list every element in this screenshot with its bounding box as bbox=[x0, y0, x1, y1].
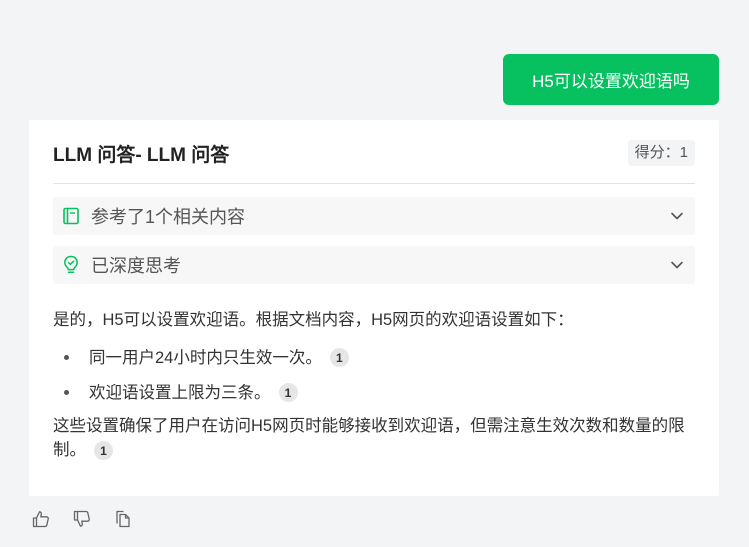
bullet-dot bbox=[64, 390, 69, 395]
thinking-collapse[interactable]: 已深度思考 bbox=[53, 246, 695, 284]
score-badge: 得分：1 bbox=[627, 140, 695, 166]
citation-badge[interactable]: 1 bbox=[94, 441, 113, 461]
references-label: 参考了1个相关内容 bbox=[91, 207, 246, 227]
bullet-dot bbox=[64, 355, 69, 360]
chevron-down-icon[interactable] bbox=[669, 208, 685, 224]
thinking-label: 已深度思考 bbox=[91, 256, 181, 276]
answer-card: LLM 问答- LLM 问答 得分：1 参考了1个相关内容 已深度思考 是的，H… bbox=[29, 120, 719, 496]
answer-conclusion: 这些设置确保了用户在访问H5网页时能够接收到欢迎语，但需注意生效次数和数量的限制… bbox=[53, 414, 699, 462]
citation-badge[interactable]: 1 bbox=[329, 348, 349, 367]
references-collapse[interactable]: 参考了1个相关内容 bbox=[53, 197, 695, 235]
answer-points: 同一用户24小时内只生效一次。 1 欢迎语设置上限为三条。 1 bbox=[53, 340, 699, 410]
user-message-bubble: H5可以设置欢迎语吗 bbox=[503, 54, 719, 105]
answer-intro: 是的，H5可以设置欢迎语。根据文档内容，H5网页的欢迎语设置如下： bbox=[53, 311, 574, 329]
list-item: 同一用户24小时内只生效一次。 1 bbox=[53, 340, 699, 375]
answer-title: LLM 问答- LLM 问答 bbox=[53, 144, 230, 166]
chevron-down-icon[interactable] bbox=[669, 257, 685, 273]
book-icon bbox=[61, 206, 81, 226]
answer-header: LLM 问答- LLM 问答 得分：1 bbox=[53, 138, 695, 168]
thumbs-down-icon[interactable] bbox=[72, 509, 92, 529]
user-message-text: H5可以设置欢迎语吗 bbox=[532, 72, 690, 91]
copy-icon[interactable] bbox=[113, 509, 133, 529]
citation-badge[interactable]: 1 bbox=[278, 383, 298, 402]
lightbulb-icon bbox=[61, 255, 81, 275]
feedback-actions bbox=[31, 509, 133, 529]
chat-page: H5可以设置欢迎语吗 LLM 问答- LLM 问答 得分：1 参考了1个相关内容 bbox=[0, 0, 749, 547]
answer-body: 是的，H5可以设置欢迎语。根据文档内容，H5网页的欢迎语设置如下： 同一用户24… bbox=[53, 308, 699, 462]
score-label: 得分： bbox=[634, 144, 680, 161]
thumbs-up-icon[interactable] bbox=[31, 509, 51, 529]
point-text: 欢迎语设置上限为三条。 bbox=[89, 383, 271, 402]
header-divider bbox=[53, 183, 695, 184]
conclusion-text: 这些设置确保了用户在访问H5网页时能够接收到欢迎语，但需注意生效次数和数量的限制… bbox=[53, 417, 685, 459]
list-item: 欢迎语设置上限为三条。 1 bbox=[53, 375, 699, 410]
score-value: 1 bbox=[679, 144, 688, 161]
point-text: 同一用户24小时内只生效一次。 bbox=[89, 348, 322, 367]
